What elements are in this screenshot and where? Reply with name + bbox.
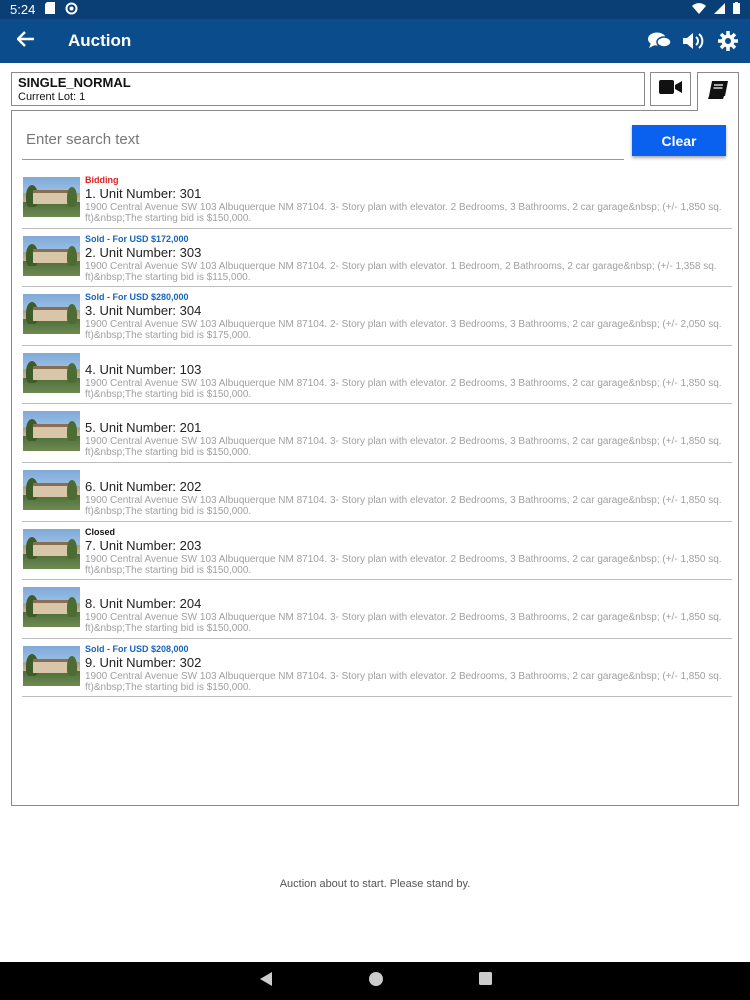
gear-icon[interactable] (716, 29, 740, 53)
lot-title: 3. Unit Number: 304 (85, 303, 202, 319)
lot-description: 1900 Central Avenue SW 103 Albuquerque N… (85, 612, 722, 635)
auction-status-message: Auction about to start. Please stand by. (279, 878, 471, 890)
status-bar: 5:24 (0, 0, 750, 19)
lot-status: Sold - For USD $280,000 (85, 292, 189, 303)
nav-home-icon[interactable] (368, 971, 383, 991)
lot-title: 9. Unit Number: 302 (85, 654, 202, 670)
lot-status (85, 409, 725, 420)
back-button[interactable] (0, 19, 52, 63)
search-input[interactable]: Enter search text (22, 123, 624, 160)
book-icon (708, 80, 728, 104)
lot-info: SINGLE_NORMAL Current Lot: 1 (11, 72, 645, 106)
sd-card-icon (45, 2, 56, 17)
system-nav-bar (0, 962, 750, 1000)
clear-button[interactable]: Clear (632, 125, 726, 156)
lot-list-item[interactable]: Sold - For USD $172,000 2. Unit Number: … (22, 229, 732, 288)
lot-status: Sold - For USD $208,000 (85, 643, 189, 654)
lot-thumbnail (23, 294, 80, 335)
lot-list-item[interactable]: Bidding 1. Unit Number: 301 1900 Central… (22, 170, 732, 229)
lot-title: 8. Unit Number: 204 (85, 596, 202, 612)
video-button[interactable] (650, 72, 691, 106)
video-camera-icon (658, 79, 683, 100)
nav-back-icon[interactable] (259, 971, 273, 991)
lot-description: 1900 Central Avenue SW 103 Albuquerque N… (85, 553, 722, 576)
lot-thumbnail (23, 528, 80, 569)
lot-list-item[interactable]: Sold - For USD $208,000 9. Unit Number: … (22, 639, 732, 698)
lot-list-item[interactable]: Sold - For USD $280,000 3. Unit Number: … (22, 287, 732, 346)
lot-status (85, 468, 725, 479)
lot-list-item[interactable]: 5. Unit Number: 201 1900 Central Avenue … (22, 404, 732, 463)
lot-name: SINGLE_NORMAL (18, 75, 131, 90)
lot-description: 1900 Central Avenue SW 103 Albuquerque N… (85, 494, 722, 517)
lot-description: 1900 Central Avenue SW 103 Albuquerque N… (85, 319, 722, 342)
lot-thumbnail (23, 645, 80, 686)
lot-title: 2. Unit Number: 303 (85, 244, 202, 260)
arrow-left-icon (16, 30, 35, 52)
lot-title: 4. Unit Number: 103 (85, 361, 202, 377)
lot-description: 1900 Central Avenue SW 103 Albuquerque N… (85, 260, 717, 283)
lot-title: 1. Unit Number: 301 (85, 186, 202, 201)
lot-thumbnail (23, 587, 80, 628)
current-lot: Current Lot: 1 (18, 91, 86, 103)
chat-icon[interactable] (648, 29, 672, 53)
lot-thumbnail (23, 177, 80, 217)
lot-description: 1900 Central Avenue SW 103 Albuquerque N… (85, 202, 722, 224)
lot-title: 6. Unit Number: 202 (85, 478, 202, 494)
lot-title: 7. Unit Number: 203 (85, 537, 202, 553)
page-title: Auction (68, 31, 132, 50)
lot-thumbnail (23, 469, 80, 510)
lot-title: 5. Unit Number: 201 (85, 420, 202, 436)
nav-recents-icon[interactable] (478, 972, 492, 990)
app-bar: Auction (0, 19, 750, 63)
wifi-icon (692, 2, 706, 17)
sync-icon (65, 2, 78, 18)
search-placeholder: Enter search text (26, 131, 140, 148)
lot-list: Bidding 1. Unit Number: 301 1900 Central… (22, 170, 732, 698)
status-time: 5:24 (10, 2, 36, 17)
lot-list-item[interactable]: 8. Unit Number: 204 1900 Central Avenue … (22, 580, 732, 639)
lot-description: 1900 Central Avenue SW 103 Albuquerque N… (85, 670, 722, 693)
signal-icon (714, 2, 725, 17)
lot-status: Sold - For USD $172,000 (85, 233, 189, 244)
lot-thumbnail (23, 235, 80, 276)
lot-status (85, 585, 725, 596)
battery-icon (733, 2, 740, 17)
catalog-tab[interactable] (697, 72, 739, 111)
lot-description: 1900 Central Avenue SW 103 Albuquerque N… (85, 377, 722, 400)
lot-description: 1900 Central Avenue SW 103 Albuquerque N… (85, 436, 722, 459)
lot-list-item[interactable]: 4. Unit Number: 103 1900 Central Avenue … (22, 346, 732, 405)
lot-status: Closed (85, 526, 116, 537)
lot-list-item[interactable]: 6. Unit Number: 202 1900 Central Avenue … (22, 463, 732, 522)
lot-list-item[interactable]: Closed 7. Unit Number: 203 1900 Central … (22, 522, 732, 581)
lot-status (85, 351, 725, 362)
lot-status: Bidding (85, 175, 119, 185)
lot-thumbnail (23, 352, 80, 393)
lot-thumbnail (23, 411, 80, 452)
volume-icon[interactable] (682, 29, 706, 53)
